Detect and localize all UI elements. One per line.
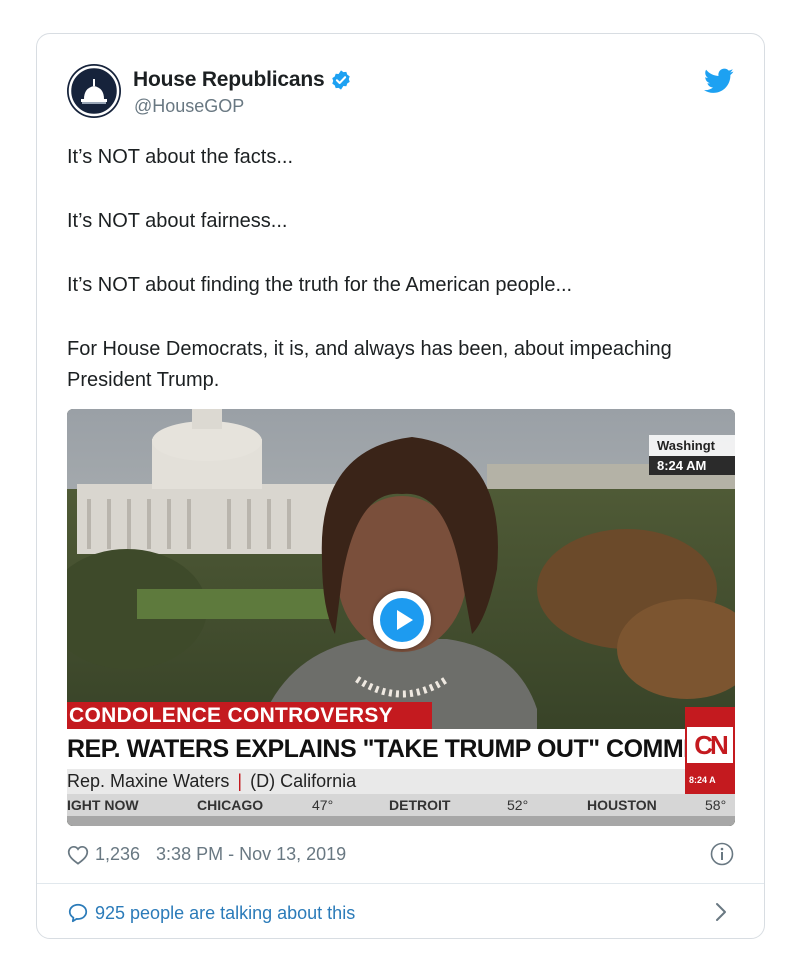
ticker-item: IGHT NOW: [67, 797, 139, 813]
verified-badge-icon: [332, 70, 351, 90]
like-count[interactable]: 1,236: [95, 844, 140, 865]
video-location-overlay: Washingt 8:24 AM: [649, 435, 735, 475]
cnn-time: 8:24 A: [689, 775, 716, 785]
info-icon[interactable]: [710, 842, 734, 866]
tweet-paragraph: It’s NOT about finding the truth for the…: [67, 274, 573, 296]
speech-bubble-icon: [68, 903, 88, 923]
video-location-time: 8:24 AM: [649, 456, 735, 475]
video-banner-topic: CONDOLENCE CONTROVERSY: [67, 702, 432, 729]
video-ticker: IGHT NOW CHICAGO 47° DETROIT 52° HOUSTON…: [67, 794, 735, 816]
conversation-link[interactable]: 925 people are talking about this: [67, 902, 355, 924]
video-ticker-bottom: [67, 816, 735, 826]
avatar[interactable]: [67, 64, 121, 118]
ticker-item: 52°: [507, 797, 529, 813]
ticker-item: 58°: [705, 797, 727, 813]
video-subtitle-name: Rep. Maxine Waters: [67, 771, 230, 791]
video-headline: REP. WATERS EXPLAINS "TAKE TRUMP OUT" CO…: [67, 729, 685, 769]
heart-icon[interactable]: [67, 845, 89, 865]
video-location: Washingt: [657, 438, 716, 453]
divider: [37, 883, 764, 884]
account-name[interactable]: House Republicans: [133, 68, 325, 92]
video-player[interactable]: Washingt 8:24 AM CONDOLENCE CONTROVERSY …: [67, 409, 735, 826]
capitol-dome-icon: [68, 65, 120, 117]
play-icon: [397, 610, 413, 630]
cnn-logo: CN 8:24 A: [685, 707, 735, 794]
conversation-text[interactable]: 925 people are talking about this: [95, 903, 355, 924]
tweet-text: It’s NOT about the facts... It’s NOT abo…: [67, 142, 727, 396]
video-subtitle-party: (D) California: [250, 771, 357, 791]
ticker-item: 47°: [312, 797, 334, 813]
chevron-right-icon[interactable]: [714, 901, 728, 923]
tweet-timestamp[interactable]: 3:38 PM - Nov 13, 2019: [156, 844, 346, 865]
tweet-paragraph: For House Democrats, it is, and always h…: [67, 338, 672, 391]
tweet-paragraph: It’s NOT about fairness...: [67, 210, 288, 232]
cnn-logo-text: CN: [687, 727, 733, 763]
video-subtitle: Rep. Maxine Waters | (D) California: [67, 769, 685, 794]
ticker-item: HOUSTON: [587, 797, 657, 813]
tweet-card: House Republicans @HouseGOP It’s NOT abo…: [36, 33, 765, 939]
ticker-item: DETROIT: [389, 797, 451, 813]
tweet-paragraph: It’s NOT about the facts...: [67, 146, 294, 168]
play-button[interactable]: [373, 591, 431, 649]
tweet-meta: 1,236 3:38 PM - Nov 13, 2019: [67, 844, 346, 865]
twitter-bird-icon[interactable]: [704, 68, 734, 94]
ticker-item: CHICAGO: [197, 797, 264, 813]
account-handle[interactable]: @HouseGOP: [134, 96, 244, 117]
